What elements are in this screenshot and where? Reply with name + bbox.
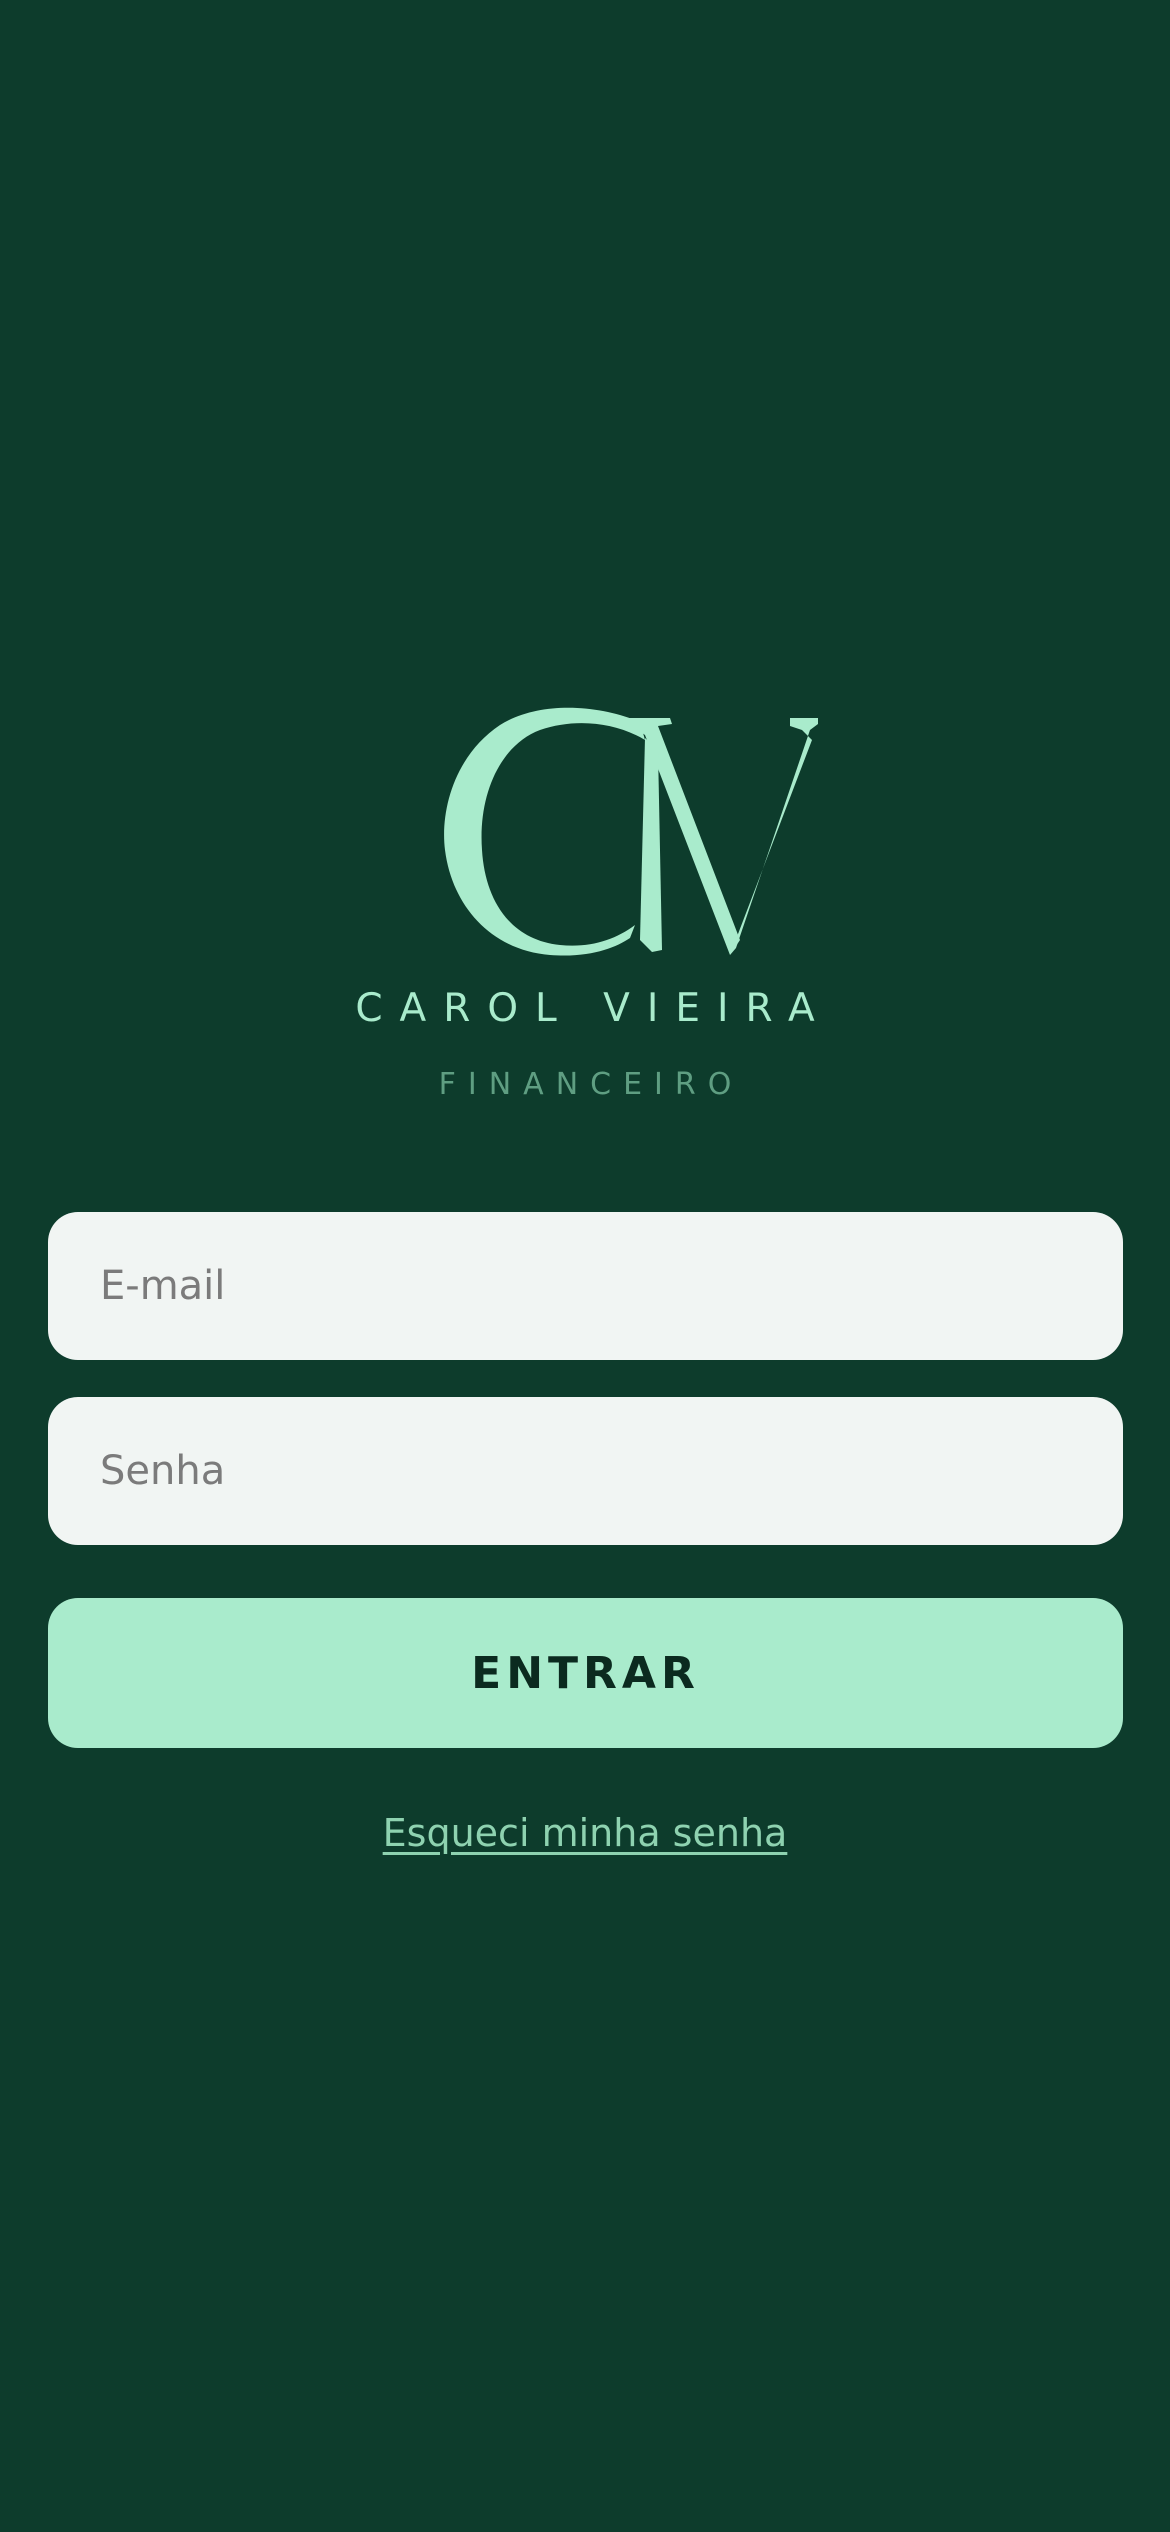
cv-monogram-logo-icon <box>430 700 820 970</box>
email-field[interactable] <box>48 1212 1123 1360</box>
brand-subtitle: FINANCEIRO <box>438 1067 744 1102</box>
forgot-password-link[interactable]: Esqueci minha senha <box>0 1808 1170 1858</box>
brand-name: CAROL VIEIRA <box>355 986 832 1031</box>
login-button[interactable]: ENTRAR <box>48 1598 1123 1748</box>
password-field[interactable] <box>48 1397 1123 1545</box>
